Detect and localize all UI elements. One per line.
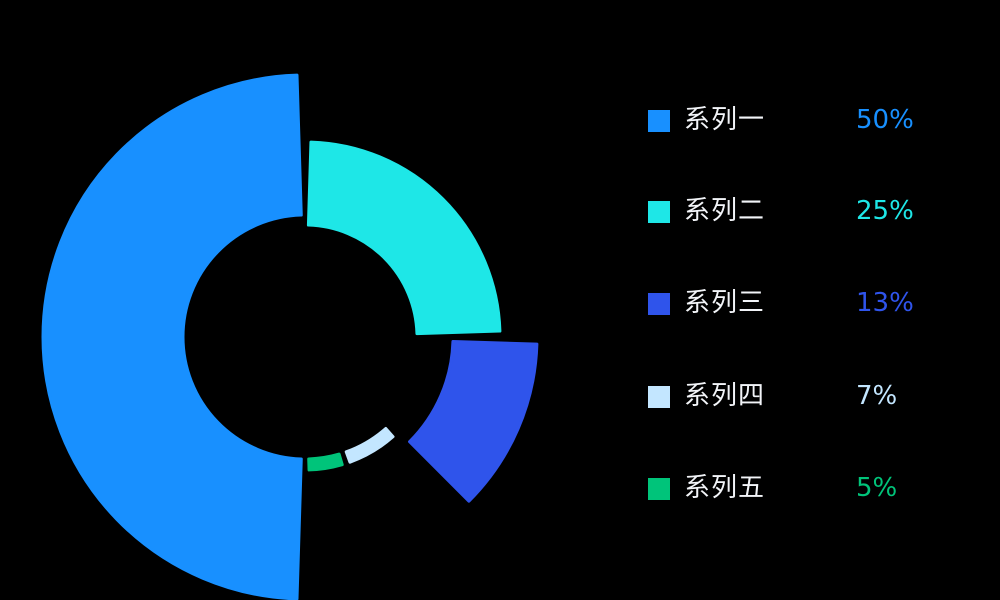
legend-swatch [648, 478, 670, 500]
legend-series-percent: 50% [856, 105, 914, 135]
legend-item-series-4[interactable]: 系列四 7% [648, 376, 968, 416]
slice-5[interactable] [307, 452, 344, 472]
legend-series-name: 系列一 [684, 105, 766, 135]
legend-swatch [648, 386, 670, 408]
slice-4[interactable] [344, 426, 395, 464]
legend-series-name: 系列四 [684, 381, 766, 411]
legend-series-name: 系列二 [684, 196, 766, 226]
legend-item-series-2[interactable]: 系列二 25% [648, 191, 968, 231]
slice-1[interactable] [41, 73, 303, 600]
legend-series-percent: 5% [856, 473, 898, 503]
legend-item-series-5[interactable]: 系列五 5% [648, 468, 968, 508]
legend-swatch [648, 293, 670, 315]
legend-series-percent: 7% [856, 381, 898, 411]
legend-series-percent: 25% [856, 196, 914, 226]
legend-swatch [648, 201, 670, 223]
legend-item-series-1[interactable]: 系列一 50% [648, 100, 968, 140]
legend-series-name: 系列三 [684, 288, 766, 318]
legend-item-series-3[interactable]: 系列三 13% [648, 283, 968, 323]
legend-series-percent: 13% [856, 288, 914, 318]
slice-2[interactable] [306, 140, 502, 336]
legend-swatch [648, 110, 670, 132]
slice-3[interactable] [408, 340, 539, 503]
legend-series-name: 系列五 [684, 473, 766, 503]
